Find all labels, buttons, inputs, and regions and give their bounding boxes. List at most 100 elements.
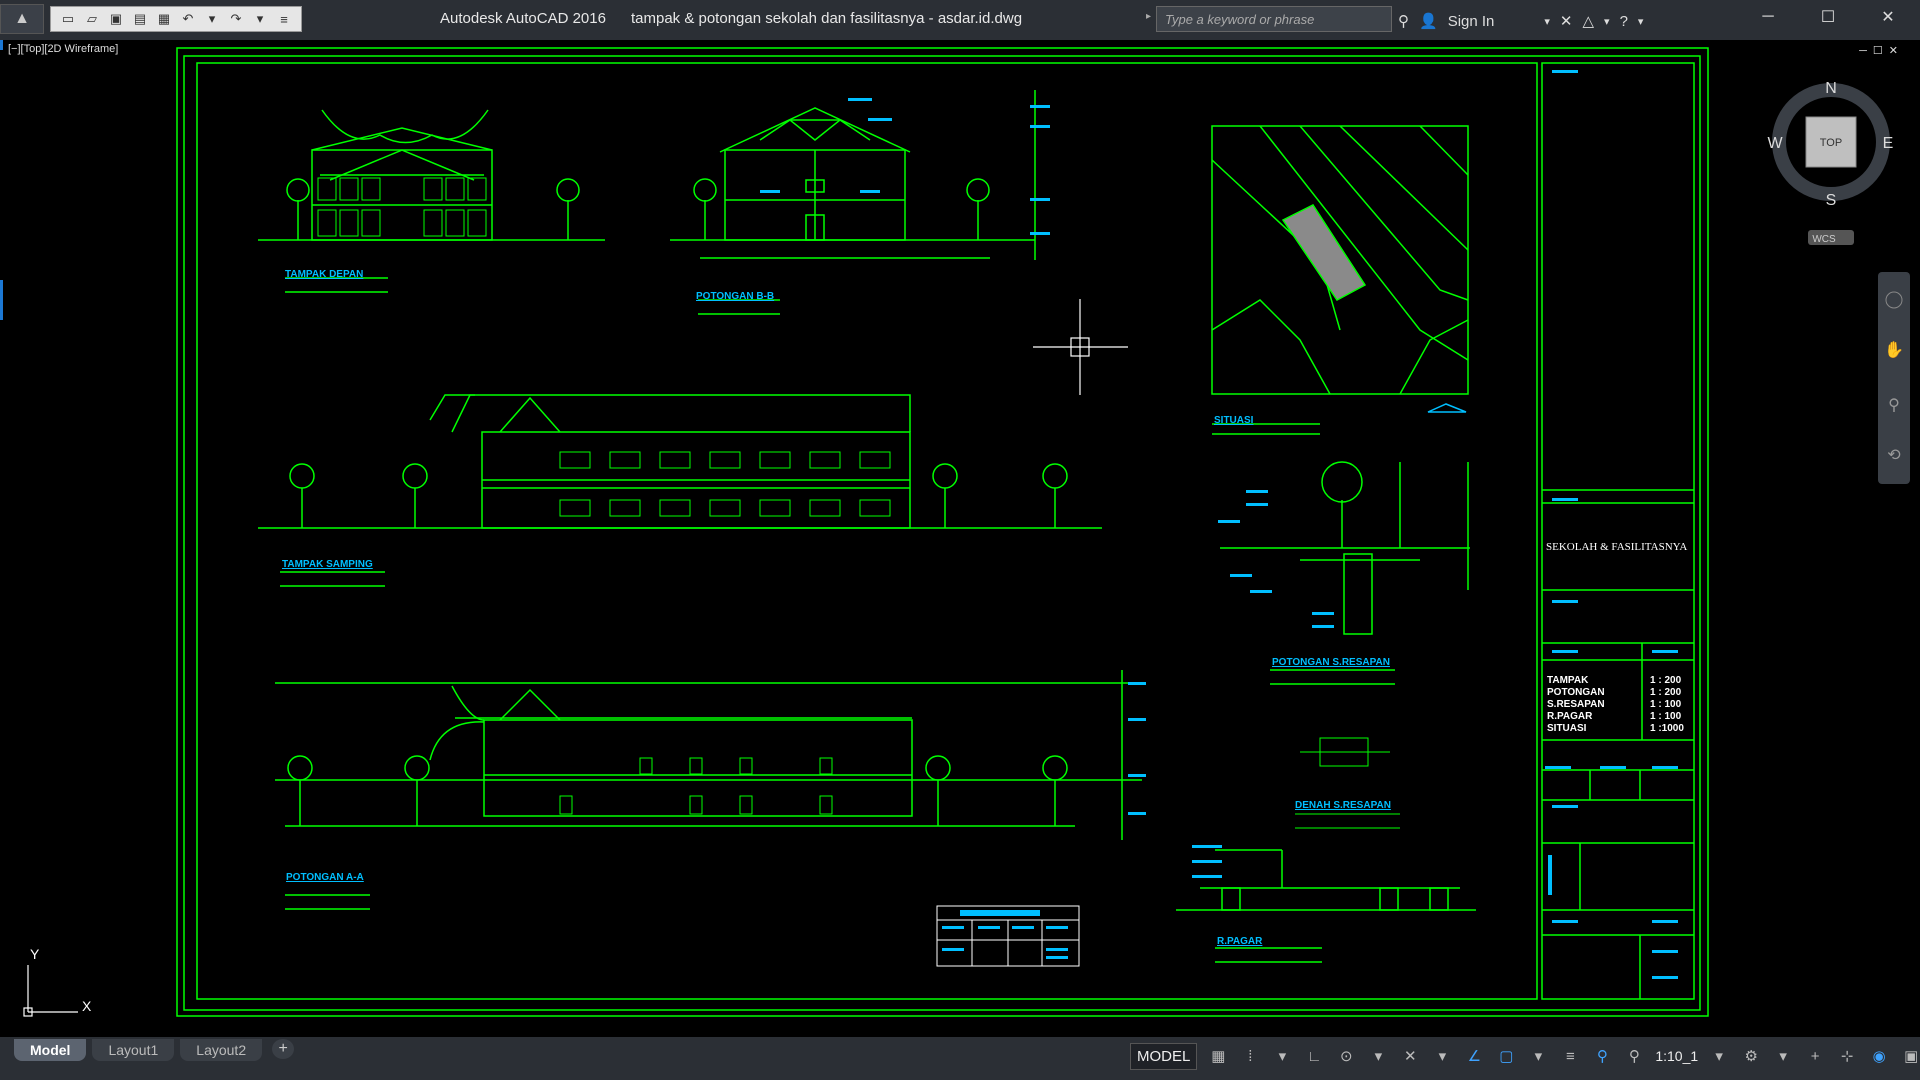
compass-north[interactable]: N [1825, 80, 1837, 97]
compass-east[interactable]: E [1883, 135, 1894, 152]
navigation-bar[interactable]: ✋ ⚲ ⟲ [1878, 272, 1910, 484]
situasi-building-footprint [1281, 204, 1367, 301]
isolate-objects-icon[interactable]: ⊹ [1836, 1045, 1858, 1067]
snap-icon[interactable]: ⁞ [1239, 1045, 1261, 1067]
ucs-y-label: Y [30, 946, 40, 962]
polar-tracking-icon[interactable]: ⊙ [1335, 1045, 1357, 1067]
tab-layout2[interactable]: Layout2 [180, 1039, 263, 1061]
label-potongan-resapan: POTONGAN S.RESAPAN [1272, 657, 1390, 668]
snap-dropdown-icon[interactable]: ▾ [1271, 1045, 1293, 1067]
autocad-logo-icon: ▲ [14, 10, 30, 27]
undo-dropdown-icon[interactable]: ▾ [201, 10, 223, 28]
pan-icon[interactable]: ✋ [1884, 340, 1904, 359]
label-potongan-aa: POTONGAN A-A [286, 872, 364, 883]
workspace-dropdown-icon[interactable]: ▾ [1772, 1045, 1794, 1067]
object-snap-dropdown-icon[interactable]: ▾ [1527, 1045, 1549, 1067]
file-name: tampak & potongan sekolah dan fasilitasn… [630, 10, 1023, 27]
orbit-icon[interactable]: ⟲ [1887, 447, 1901, 464]
zoom-icon[interactable]: ⚲ [1888, 397, 1900, 414]
annotation-marks [760, 70, 1678, 979]
compass-west[interactable]: W [1767, 135, 1783, 152]
add-layout-button[interactable]: + [272, 1039, 295, 1059]
ucs-icon [23, 965, 78, 1017]
isodraft-icon[interactable]: ✕ [1399, 1045, 1421, 1067]
quick-access-strip: ▭ ▱ ▣ ▤ ▦ ↶ ▾ ↷ ▾ ≡ [50, 6, 302, 32]
scale-name: SITUASI [1547, 723, 1587, 734]
undo-icon[interactable]: ↶ [177, 10, 199, 28]
minimize-button[interactable]: ─ [1740, 0, 1796, 34]
annotation-visibility-icon[interactable]: ⚲ [1591, 1045, 1613, 1067]
scale-value: 1 : 200 [1650, 675, 1682, 686]
title-bar-tools: ⚲ 👤 Sign In ▾ ✕ △ ▾ ? ▾ [1398, 8, 1643, 34]
object-snap-icon[interactable]: ▢ [1495, 1045, 1517, 1067]
auto-scale-icon[interactable]: ⚲ [1623, 1045, 1645, 1067]
polar-dropdown-icon[interactable]: ▾ [1367, 1045, 1389, 1067]
label-potongan-bb: POTONGAN B-B [696, 291, 774, 302]
model-space-button[interactable]: MODEL [1130, 1042, 1198, 1070]
denah-resapan-drawing [1295, 737, 1400, 829]
title-block-scales: TAMPAK 1 : 200 POTONGAN 1 : 200 S.RESAPA… [1547, 675, 1684, 734]
compass-south[interactable]: S [1826, 192, 1837, 209]
tampak-samping-drawing [258, 394, 1102, 587]
potongan-aa-drawing [275, 670, 1142, 910]
redo-icon[interactable]: ↷ [225, 10, 247, 28]
close-button[interactable]: ✕ [1860, 0, 1916, 34]
clean-screen-icon[interactable]: ▣ [1900, 1045, 1920, 1067]
lineweight-icon[interactable]: ≡ [1559, 1045, 1581, 1067]
drawing-frame [196, 62, 1538, 1000]
ucs-label[interactable]: WCS [1812, 234, 1836, 245]
open-file-icon[interactable]: ▱ [81, 10, 103, 28]
potongan-bb-drawing [670, 90, 1036, 315]
viewcube-face-label[interactable]: TOP [1820, 137, 1842, 149]
customize-qat-icon[interactable]: ≡ [273, 10, 295, 28]
isodraft-dropdown-icon[interactable]: ▾ [1431, 1045, 1453, 1067]
label-situasi: SITUASI [1214, 415, 1254, 426]
save-icon[interactable]: ▣ [105, 10, 127, 28]
sheet-border-outer [176, 47, 1709, 1017]
ortho-icon[interactable]: ∟ [1303, 1045, 1325, 1067]
maximize-button[interactable]: ☐ [1800, 0, 1856, 34]
help-icon[interactable]: ? [1620, 13, 1628, 30]
tab-layout1[interactable]: Layout1 [92, 1039, 175, 1061]
drawing-canvas[interactable]: TAMPAK DEPAN POTONGAN B-B SITUASI TAMPAK… [0, 40, 1920, 1037]
scale-name: TAMPAK [1547, 675, 1589, 686]
redo-dropdown-icon[interactable]: ▾ [249, 10, 271, 28]
label-tampak-samping: TAMPAK SAMPING [282, 559, 373, 570]
title-bar: ▲ ▭ ▱ ▣ ▤ ▦ ↶ ▾ ↷ ▾ ≡ Autodesk AutoCAD 2… [0, 0, 1920, 40]
scale-name: R.PAGAR [1547, 711, 1593, 722]
plot-icon[interactable]: ▦ [153, 10, 175, 28]
object-snap-tracking-icon[interactable]: ∠ [1463, 1045, 1485, 1067]
user-icon: 👤 [1419, 13, 1438, 30]
search-input[interactable]: Type a keyword or phrase [1156, 6, 1392, 32]
tab-model[interactable]: Model [14, 1039, 87, 1061]
a360-dropdown-icon[interactable]: ▾ [1604, 15, 1610, 28]
binoculars-icon[interactable]: ⚲ [1398, 12, 1409, 30]
app-title: Autodesk AutoCAD 2016 [440, 10, 606, 27]
a360-icon[interactable]: △ [1583, 12, 1595, 30]
sheet-border-inner [183, 55, 1701, 1011]
workspace-gear-icon[interactable]: ⚙ [1740, 1045, 1762, 1067]
scale-value: 1 : 100 [1650, 711, 1682, 722]
scale-value: 1 : 200 [1650, 687, 1682, 698]
annotation-scale[interactable]: 1:10_1 [1655, 1048, 1698, 1064]
help-dropdown-icon[interactable]: ▾ [1638, 15, 1644, 28]
application-menu-button[interactable]: ▲ [0, 4, 44, 34]
annotation-scale-dropdown-icon[interactable]: ▾ [1708, 1045, 1730, 1067]
sign-in-button[interactable]: Sign In [1448, 13, 1495, 30]
search-expand-icon[interactable]: ▸ [1146, 11, 1154, 27]
layout-tabs: Model Layout1 Layout2 + [14, 1039, 295, 1061]
viewcube[interactable]: TOP N S E W WCS [1767, 80, 1893, 245]
new-file-icon[interactable]: ▭ [57, 10, 79, 28]
exchange-icon[interactable]: ✕ [1560, 12, 1573, 30]
grid-icon[interactable]: ▦ [1207, 1045, 1229, 1067]
scale-name: S.RESAPAN [1547, 699, 1605, 710]
quick-access-toolbar: ▲ ▭ ▱ ▣ ▤ ▦ ↶ ▾ ↷ ▾ ≡ [0, 4, 302, 34]
save-as-icon[interactable]: ▤ [129, 10, 151, 28]
plus-icon[interactable]: + [1804, 1045, 1826, 1067]
sign-in-dropdown-icon[interactable]: ▾ [1544, 15, 1550, 28]
window-title: Autodesk AutoCAD 2016 tampak & potongan … [440, 10, 1022, 27]
label-pagar: R.PAGAR [1217, 936, 1263, 947]
tampak-depan-drawing [258, 109, 605, 293]
hardware-acceleration-icon[interactable]: ◉ [1868, 1045, 1890, 1067]
scale-name: POTONGAN [1547, 687, 1605, 698]
